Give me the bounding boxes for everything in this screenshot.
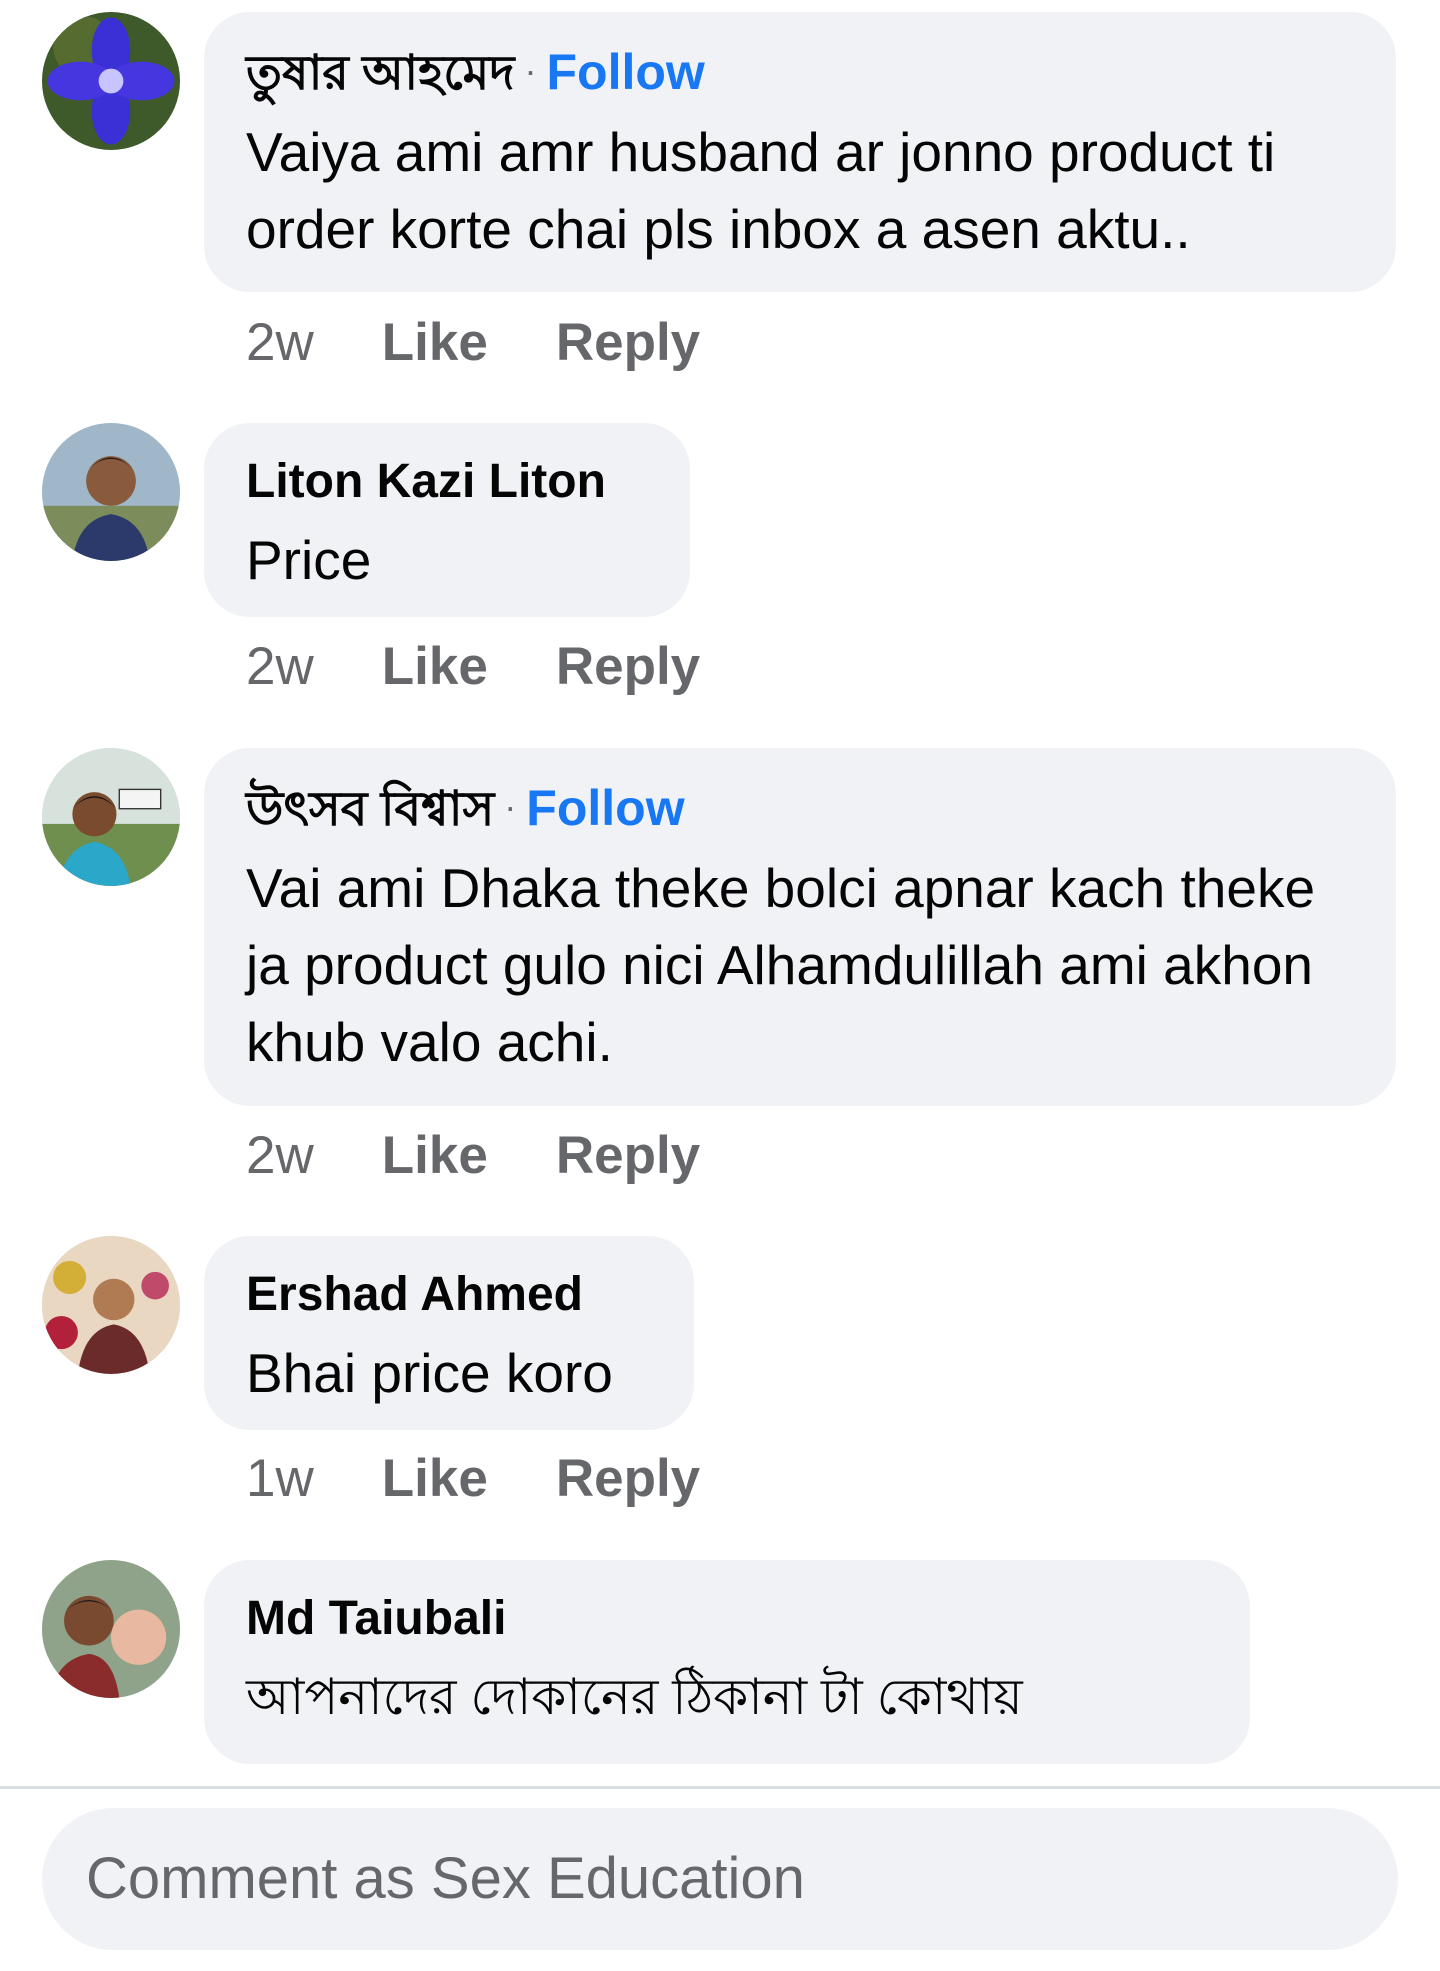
- like-button[interactable]: Like: [382, 313, 488, 372]
- avatar[interactable]: [42, 12, 180, 150]
- avatar[interactable]: [42, 423, 180, 561]
- person-avatar-image: [42, 1236, 180, 1374]
- comment-time[interactable]: 2w: [246, 1126, 314, 1185]
- separator-dot: ·: [524, 50, 537, 91]
- like-button[interactable]: Like: [382, 1126, 488, 1185]
- avatar[interactable]: [42, 1560, 180, 1698]
- comment-author[interactable]: Md Taiubali: [246, 1592, 506, 1645]
- divider: [0, 1786, 1440, 1789]
- reply-button[interactable]: Reply: [556, 1126, 700, 1185]
- comment-text: আপনাদের দোকানের ঠিকানা টা কোথায়: [246, 1669, 1023, 1725]
- comment-actions: 2w Like Reply: [246, 312, 768, 373]
- comment-time[interactable]: 2w: [246, 637, 314, 696]
- comment-time[interactable]: 1w: [246, 1449, 314, 1508]
- comment-input-placeholder: Comment as Sex Education: [86, 1846, 805, 1911]
- comment-author[interactable]: Liton Kazi Liton: [246, 455, 606, 508]
- comment-bubble: Liton Kazi Liton Price: [204, 423, 690, 617]
- comment-actions: 2w Like Reply: [246, 1125, 768, 1186]
- comment-text: Bhai price koro: [246, 1342, 613, 1404]
- comment-author[interactable]: উৎসব বিশ্বাস: [246, 783, 494, 836]
- comment-actions: 1w Like Reply: [246, 1448, 768, 1509]
- comment-text: Vai ami Dhaka theke bolci apnar kach the…: [246, 857, 1316, 1073]
- like-button[interactable]: Like: [382, 637, 488, 696]
- like-button[interactable]: Like: [382, 1449, 488, 1508]
- comment-author[interactable]: Ershad Ahmed: [246, 1268, 583, 1321]
- comment-author[interactable]: তুষার আহমেদ: [246, 47, 515, 100]
- follow-button[interactable]: Follow: [547, 44, 705, 100]
- comment-bubble: উৎসব বিশ্বাস · Follow Vai ami Dhaka theke …: [204, 748, 1396, 1106]
- comment-bubble: Ershad Ahmed Bhai price koro: [204, 1236, 694, 1430]
- follow-button[interactable]: Follow: [526, 780, 684, 836]
- comment-actions: 2w Like Reply: [246, 636, 768, 697]
- separator-dot: ·: [504, 786, 517, 827]
- person-avatar-image: [42, 423, 180, 561]
- comment-bubble: Md Taiubali আপনাদের দোকানের ঠিকানা টা কো…: [204, 1560, 1250, 1764]
- comment-text: Vaiya ami amr husband ar jonno product t…: [246, 121, 1276, 260]
- reply-button[interactable]: Reply: [556, 313, 700, 372]
- flower-avatar-image: [42, 12, 180, 150]
- person-avatar-image: [42, 748, 180, 886]
- comment-input[interactable]: Comment as Sex Education: [42, 1808, 1398, 1950]
- person-avatar-image: [42, 1560, 180, 1698]
- reply-button[interactable]: Reply: [556, 1449, 700, 1508]
- reply-button[interactable]: Reply: [556, 637, 700, 696]
- comment-time[interactable]: 2w: [246, 313, 314, 372]
- avatar[interactable]: [42, 748, 180, 886]
- comment-text: Price: [246, 529, 372, 591]
- comment-bubble: তুষার আহমেদ · Follow Vaiya ami amr husband…: [204, 12, 1396, 292]
- avatar[interactable]: [42, 1236, 180, 1374]
